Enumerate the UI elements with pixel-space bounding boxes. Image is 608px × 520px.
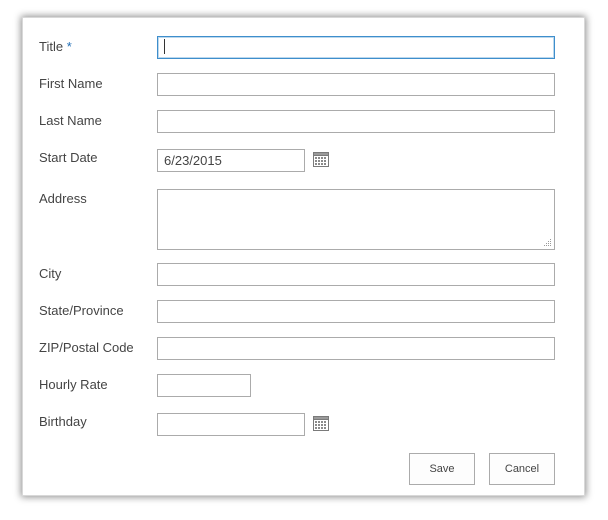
birthday-input[interactable]	[157, 413, 305, 436]
last-name-label: Last Name	[39, 113, 102, 128]
start-date-input[interactable]	[157, 149, 305, 172]
new-item-form-dialog: Title * First Name Last Name Start Date …	[22, 17, 585, 496]
cancel-button[interactable]: Cancel	[489, 453, 555, 485]
birthday-label: Birthday	[39, 414, 87, 429]
first-name-label: First Name	[39, 76, 103, 91]
hourly-rate-input[interactable]	[157, 374, 251, 397]
state-province-input[interactable]	[157, 300, 555, 323]
zip-postal-code-input[interactable]	[157, 337, 555, 360]
calendar-icon[interactable]	[313, 416, 329, 431]
save-button[interactable]: Save	[409, 453, 475, 485]
title-input[interactable]	[157, 36, 555, 59]
title-label: Title *	[39, 39, 72, 54]
zip-postal-code-label: ZIP/Postal Code	[39, 340, 134, 355]
required-indicator: *	[66, 39, 72, 54]
resize-grip-icon[interactable]	[543, 238, 552, 247]
hourly-rate-label: Hourly Rate	[39, 377, 108, 392]
city-input[interactable]	[157, 263, 555, 286]
start-date-label: Start Date	[39, 150, 98, 165]
address-textarea[interactable]	[157, 189, 555, 250]
address-label: Address	[39, 191, 87, 206]
first-name-input[interactable]	[157, 73, 555, 96]
text-cursor	[164, 39, 165, 54]
last-name-input[interactable]	[157, 110, 555, 133]
calendar-icon[interactable]	[313, 152, 329, 167]
state-province-label: State/Province	[39, 303, 124, 318]
city-label: City	[39, 266, 62, 281]
